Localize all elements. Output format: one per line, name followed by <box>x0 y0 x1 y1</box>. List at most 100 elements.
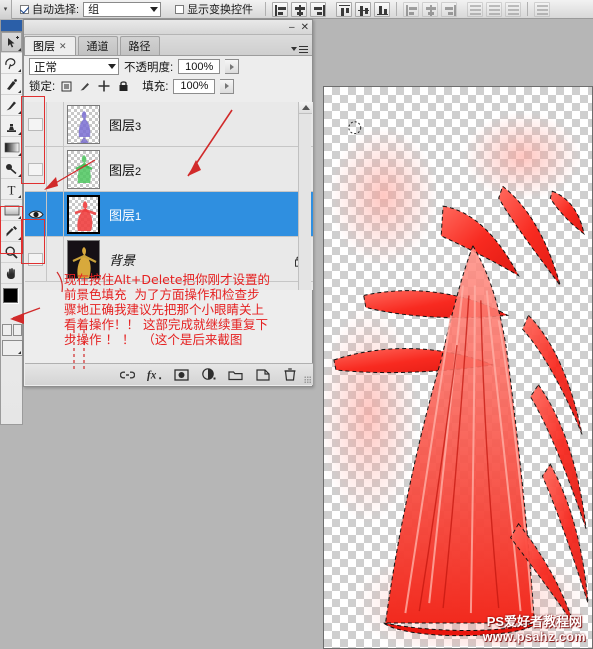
layer-style-fx-button[interactable]: fx <box>147 367 162 382</box>
move-tool[interactable] <box>1 32 22 53</box>
gradient-tool[interactable] <box>1 137 22 158</box>
layer-name-1[interactable]: 图层1 <box>109 205 141 224</box>
distribute-bottom-edges-button[interactable] <box>441 1 458 17</box>
clone-stamp-tool[interactable] <box>1 116 22 137</box>
eyedropper-tool[interactable] <box>1 221 22 242</box>
blend-mode-dropdown[interactable]: 正常 <box>29 58 119 75</box>
layer-link-cell-background[interactable] <box>47 236 64 282</box>
auto-align-layers-button[interactable] <box>534 1 551 17</box>
layer-thumbnail-1[interactable] <box>67 194 100 234</box>
tool-expand-triangle <box>18 195 21 198</box>
opacity-slider-button[interactable] <box>225 59 240 74</box>
panel-menu-button[interactable] <box>291 45 308 53</box>
layer-visibility-toggle-3[interactable] <box>25 102 47 147</box>
align-top-edges-button[interactable] <box>272 1 289 17</box>
distribute-vertical-centers-button[interactable] <box>422 1 439 17</box>
layer-row-2[interactable]: 图层2 <box>25 146 313 192</box>
auto-select-option[interactable]: 自动选择: 组 <box>20 1 162 17</box>
show-transform-option[interactable]: 显示变换控件 <box>175 1 253 17</box>
layer-visibility-toggle-1[interactable] <box>25 191 47 237</box>
tab-layers-label: 图层 <box>33 41 55 53</box>
fill-slider-button[interactable] <box>220 78 235 94</box>
standard-mode-button[interactable] <box>2 324 12 336</box>
type-tool[interactable]: T <box>1 179 22 200</box>
align-horizontal-centers-button[interactable] <box>355 1 372 17</box>
distribute-top-edges-button[interactable] <box>403 1 420 17</box>
link-layers-button[interactable] <box>120 367 135 382</box>
fill-input[interactable]: 100% <box>173 78 216 94</box>
new-layer-button[interactable] <box>255 367 270 382</box>
lasso-tool[interactable] <box>1 53 22 74</box>
lock-image-pixels-icon[interactable] <box>79 80 91 92</box>
watermark-line2: www.psahz.com <box>482 629 586 644</box>
hand-tool[interactable] <box>1 263 22 284</box>
lock-transparent-pixels-icon[interactable] <box>60 80 72 92</box>
layer-name-2[interactable]: 图层2 <box>109 160 141 179</box>
add-layer-mask-button[interactable] <box>174 367 189 382</box>
annotation-text: 现在按住Alt+Delete把你刚才设置的 前景色填充 为了方面操作和检查步 骤… <box>64 272 270 347</box>
opacity-input[interactable]: 100% <box>178 59 221 74</box>
new-group-button[interactable] <box>228 367 243 382</box>
layer-link-cell-1[interactable] <box>47 191 64 237</box>
brush-tool[interactable] <box>1 95 22 116</box>
layer-thumbnail-2[interactable] <box>67 149 100 189</box>
show-transform-checkbox[interactable] <box>175 4 185 14</box>
close-icon[interactable]: ✕ <box>301 22 309 33</box>
quick-mask-mode-button[interactable] <box>12 324 22 336</box>
tool-expand-triangle <box>18 351 21 354</box>
tab-channels-label: 通道 <box>86 41 109 53</box>
divider <box>396 2 398 16</box>
document-canvas[interactable]: PS爱好者教程网 www.psahz.com <box>323 86 593 649</box>
chevron-down-icon <box>291 47 297 52</box>
divider <box>527 2 529 16</box>
new-adjustment-layer-button[interactable] <box>201 367 216 382</box>
chevron-down-icon <box>108 64 116 69</box>
foreground-color-swatch[interactable] <box>3 288 18 303</box>
align-right-edges-button[interactable] <box>374 1 391 17</box>
tool-expand-triangle <box>18 69 21 72</box>
blend-opacity-row: 正常 不透明度: 100% <box>24 56 312 77</box>
group-select-dropdown[interactable]: 组 <box>83 1 162 17</box>
align-left-edges-button[interactable] <box>336 1 353 17</box>
eye-icon <box>27 210 44 218</box>
lock-all-icon[interactable] <box>117 80 129 92</box>
layer-row-3[interactable]: 图层3 <box>25 102 313 147</box>
dodge-tool[interactable] <box>1 158 22 179</box>
lock-position-icon[interactable] <box>98 80 110 92</box>
distribute-horizontal-centers-button[interactable] <box>486 1 503 17</box>
layer-visibility-toggle-2[interactable] <box>25 146 47 192</box>
distribute-left-edges-button[interactable] <box>467 1 484 17</box>
layer-visibility-toggle-background[interactable] <box>25 236 47 282</box>
scroll-up-button[interactable] <box>299 102 312 114</box>
delete-layer-button[interactable] <box>282 367 297 382</box>
layer-row-1[interactable]: 图层1 <box>25 191 313 237</box>
opacity-label: 不透明度: <box>124 61 174 74</box>
auto-select-checkbox[interactable] <box>20 4 29 14</box>
align-bottom-edges-button[interactable] <box>310 1 327 17</box>
layer-name-3[interactable]: 图层3 <box>109 115 141 134</box>
rectangle-shape-tool[interactable] <box>1 200 22 221</box>
layer-link-cell-2[interactable] <box>47 146 64 192</box>
layer-name-background[interactable]: 背景 <box>109 250 135 269</box>
tab-layers[interactable]: 图层 ✕ <box>24 36 76 55</box>
distribute-right-edges-button[interactable] <box>505 1 522 17</box>
tab-channels[interactable]: 通道 <box>77 36 118 55</box>
minimize-icon[interactable]: – <box>289 22 295 33</box>
toolbox-titlebar[interactable] <box>1 20 22 32</box>
layer-thumbnail-3[interactable] <box>67 104 100 144</box>
close-icon[interactable]: ✕ <box>59 41 67 52</box>
align-vertical-centers-button[interactable] <box>291 1 308 17</box>
layer-link-cell-3[interactable] <box>47 102 64 147</box>
color-swatches[interactable] <box>1 286 23 322</box>
tool-expand-triangle <box>18 48 21 51</box>
tab-paths[interactable]: 路径 <box>119 36 160 55</box>
panel-resize-grip[interactable] <box>304 376 311 383</box>
divider <box>265 2 267 16</box>
healing-brush-tool[interactable] <box>1 74 22 95</box>
layers-list[interactable]: 图层3 图层2 图层1 背景 <box>25 102 313 290</box>
options-bar-gripper[interactable]: ▾ <box>0 0 12 19</box>
screen-mode-button[interactable] <box>2 340 23 356</box>
layers-list-scrollbar[interactable] <box>298 102 312 290</box>
layers-panel-titlebar[interactable]: – ✕ <box>24 20 312 35</box>
zoom-tool[interactable] <box>1 242 22 263</box>
